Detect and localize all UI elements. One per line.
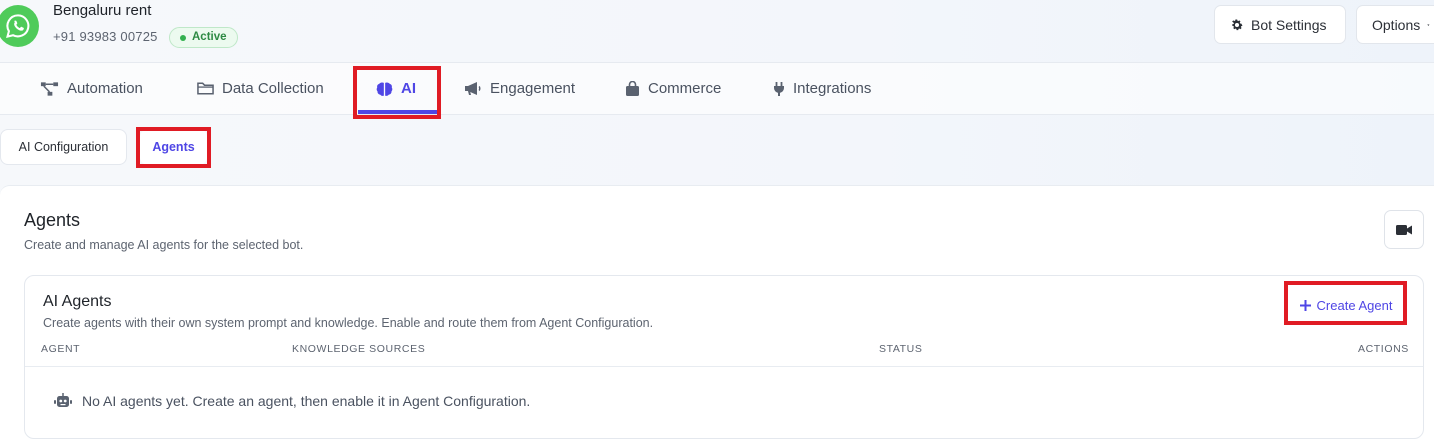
page-subtitle: Create and manage AI agents for the sele…: [24, 238, 304, 252]
table-header-divider: [25, 366, 1423, 367]
options-dropdown-button[interactable]: Options: [1356, 5, 1434, 44]
empty-state-message: No AI agents yet. Create an agent, then …: [82, 393, 531, 409]
tab-label: Engagement: [490, 80, 576, 97]
plug-icon: [774, 81, 784, 96]
tab-ai[interactable]: AI: [376, 62, 416, 115]
empty-state-row: No AI agents yet. Create an agent, then …: [54, 393, 530, 409]
video-tutorial-button[interactable]: [1384, 210, 1424, 249]
options-label: Options: [1372, 16, 1421, 33]
workflow-icon: [40, 81, 59, 96]
subtab-ai-configuration[interactable]: AI Configuration: [0, 129, 127, 165]
folder-icon: [197, 82, 214, 95]
robot-icon: [54, 393, 72, 407]
tab-label: Commerce: [648, 80, 722, 97]
whatsapp-avatar: [0, 5, 39, 47]
create-agent-button[interactable]: Create Agent: [1291, 290, 1401, 320]
page-title: Agents: [24, 210, 81, 230]
bot-phone-number: +91 93983 00725: [53, 29, 158, 44]
active-tab-indicator: [358, 110, 437, 114]
whatsapp-icon: [6, 14, 30, 39]
bot-settings-label: Bot Settings: [1251, 16, 1327, 33]
column-header-status: STATUS: [879, 343, 923, 355]
tab-integrations[interactable]: Integrations: [773, 62, 871, 115]
bot-settings-button[interactable]: Bot Settings: [1214, 5, 1346, 44]
megaphone-icon: [465, 82, 481, 95]
status-dot-icon: [180, 35, 186, 41]
bot-name: Bengaluru rent: [53, 2, 152, 19]
ai-agents-subtitle: Create agents with their own system prom…: [43, 316, 654, 330]
plus-icon: [1299, 299, 1311, 311]
bot-header: Bengaluru rent +91 93983 00725 Active Bo…: [0, 0, 1434, 62]
video-camera-icon: [1396, 224, 1412, 235]
column-header-actions: ACTIONS: [1358, 343, 1409, 355]
column-header-knowledge-sources: KNOWLEDGE SOURCES: [292, 343, 426, 355]
create-agent-label: Create Agent: [1316, 297, 1393, 313]
brain-icon: [376, 82, 393, 96]
tab-label: Data Collection: [222, 80, 324, 97]
tab-automation[interactable]: Automation: [40, 62, 143, 115]
caret-down-icon: [1427, 23, 1430, 26]
tab-commerce[interactable]: Commerce: [625, 62, 721, 115]
tab-label: AI: [401, 80, 416, 97]
tab-engagement[interactable]: Engagement: [464, 62, 575, 115]
tab-data-collection[interactable]: Data Collection: [197, 62, 324, 115]
status-badge-label: Active: [192, 31, 227, 43]
subtab-agents[interactable]: Agents: [140, 129, 207, 165]
column-header-agent: AGENT: [41, 343, 81, 355]
ai-agents-title: AI Agents: [43, 293, 112, 310]
tab-label: Automation: [67, 80, 143, 97]
gear-icon: [1232, 18, 1243, 30]
status-badge: Active: [169, 27, 238, 48]
ai-agents-panel: [24, 275, 1424, 439]
tab-label: Integrations: [793, 80, 872, 97]
shopping-bag-icon: [626, 80, 639, 96]
